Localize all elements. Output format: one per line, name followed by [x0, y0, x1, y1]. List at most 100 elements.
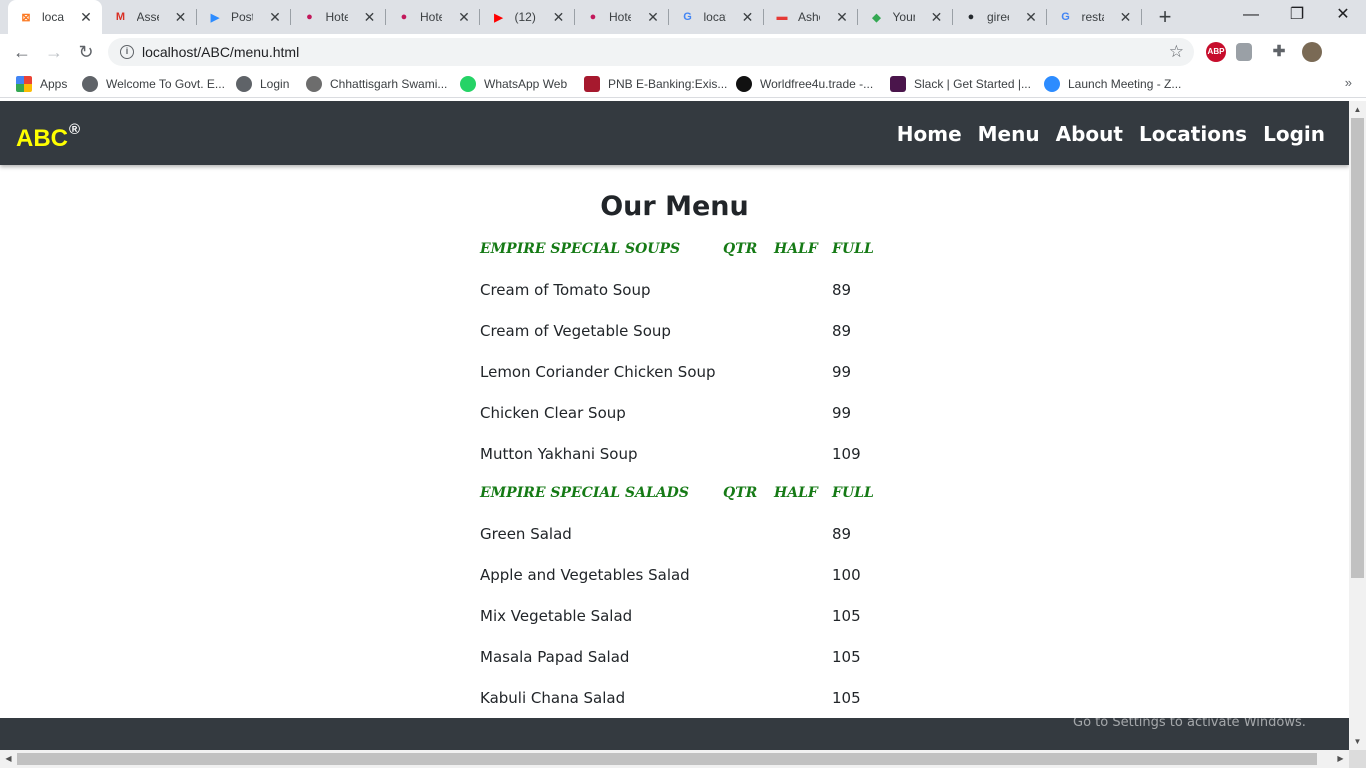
scroll-right-icon[interactable]: ▶ — [1332, 750, 1349, 768]
browser-tab[interactable]: ● Hotel ✕ — [292, 0, 386, 34]
page-viewport: ABC® Home Menu About Locations Login Our Men… — [0, 101, 1349, 750]
maps-icon: ◆ — [872, 11, 881, 24]
puzzle-icon[interactable]: ✚ — [1269, 42, 1289, 62]
new-tab-button[interactable]: + — [1154, 6, 1176, 28]
maximize-button[interactable]: ❐ — [1274, 0, 1320, 30]
bookmark-label: Launch Meeting - Z... — [1068, 77, 1182, 91]
bookmark-item[interactable]: WhatsApp Web — [460, 76, 567, 92]
nav-link-about[interactable]: About — [1056, 122, 1123, 146]
minimize-button[interactable]: — — [1228, 0, 1274, 30]
bookmark-item[interactable]: Welcome To Govt. E... — [82, 76, 225, 92]
close-tab-icon[interactable]: ✕ — [645, 9, 661, 25]
menu-item-row: Cream of Tomato Soup 89 — [480, 281, 900, 303]
close-tab-icon[interactable]: ✕ — [362, 9, 378, 25]
menu-item-price-full: 99 — [832, 404, 852, 422]
nav-link-home[interactable]: Home — [897, 122, 962, 146]
menu-item-name: Mix Vegetable Salad — [480, 607, 633, 625]
column-header-qtr: QTR — [723, 241, 758, 257]
adblock-icon[interactable]: ABP — [1206, 42, 1226, 62]
browser-tab[interactable]: Grestau ✕ — [1048, 0, 1142, 34]
close-tab-icon[interactable]: ✕ — [551, 9, 567, 25]
close-tab-icon[interactable]: ✕ — [1023, 9, 1039, 25]
bookmark-item[interactable]: Slack | Get Started |... — [890, 76, 1031, 92]
menu-item-name: Green Salad — [480, 525, 572, 543]
shield-icon[interactable] — [1236, 43, 1252, 61]
brand-text[interactable]: ABC — [16, 125, 68, 152]
scroll-up-icon[interactable]: ▲ — [1349, 101, 1366, 118]
column-header-half: HALF — [774, 485, 818, 501]
bookmark-item[interactable]: Worldfree4u.trade -... — [736, 76, 873, 92]
browser-tab[interactable]: M Asses ✕ — [103, 0, 197, 34]
browser-tab[interactable]: ⊠ localh ✕ — [8, 0, 102, 34]
browser-tab[interactable]: ▶ Post A ✕ — [197, 0, 291, 34]
menu-item-name: Kabuli Chana Salad — [480, 689, 626, 707]
bookmark-item[interactable]: Apps — [16, 76, 67, 92]
browser-tab[interactable]: ◆ Your l ✕ — [859, 0, 953, 34]
zoom-icon: ▶ — [210, 11, 220, 24]
bookmarks-bar: Apps Welcome To Govt. E... Login Chhattisga… — [0, 70, 1366, 98]
close-tab-icon[interactable]: ✕ — [1118, 9, 1134, 25]
browser-tab[interactable]: ▬ Ashol ✕ — [764, 0, 858, 34]
close-tab-icon[interactable]: ✕ — [173, 9, 189, 25]
address-url[interactable]: localhost/ABC/menu.html — [142, 44, 299, 60]
menu-item-row: Lemon Coriander Chicken Soup 99 — [480, 363, 900, 385]
site-navbar: ABC® Home Menu About Locations Login — [0, 101, 1349, 165]
bookmarks-overflow-button[interactable]: » — [1345, 75, 1352, 90]
tab-title: Hotel — [325, 10, 348, 24]
tab-separator — [1140, 9, 1142, 25]
close-tab-icon[interactable]: ✕ — [929, 9, 945, 25]
vertical-scrollbar[interactable]: ▲ ▼ — [1349, 101, 1366, 750]
bookmark-item[interactable]: Chhattisgarh Swami... — [306, 76, 447, 92]
forward-button[interactable]: → — [42, 40, 66, 64]
reload-button[interactable]: ↻ — [74, 40, 98, 64]
horizontal-scrollbar[interactable]: ◀ ▶ — [0, 750, 1349, 768]
address-bar[interactable]: i localhost/ABC/menu.html ☆ — [108, 38, 1194, 66]
vertical-scroll-thumb[interactable] — [1351, 118, 1364, 578]
tab-title: giree — [987, 10, 1009, 24]
section-title: EMPIRE SPECIAL SOUPS — [480, 241, 681, 257]
menu-item-name: Cream of Vegetable Soup — [480, 322, 671, 340]
column-header-qtr: QTR — [723, 485, 758, 501]
menu-item-row: Chicken Clear Soup 99 — [480, 404, 900, 426]
profile-avatar[interactable] — [1302, 42, 1322, 62]
youtube-icon: ▶ — [494, 11, 503, 24]
menu-item-row: Mix Vegetable Salad 105 — [480, 607, 900, 629]
hotel-icon: ● — [306, 11, 313, 23]
nav-link-locations[interactable]: Locations — [1139, 122, 1247, 146]
browser-tab[interactable]: ● giree ✕ — [953, 0, 1047, 34]
menu-item-name: Apple and Vegetables Salad — [480, 566, 690, 584]
tab-title: Hotel — [420, 10, 442, 24]
tab-title: Hotel — [609, 10, 631, 24]
emblem-icon — [306, 76, 322, 92]
bookmark-star-icon[interactable]: ☆ — [1169, 42, 1184, 62]
bookmark-item[interactable]: Launch Meeting - Z... — [1044, 76, 1181, 92]
horizontal-scroll-thumb[interactable] — [17, 753, 1317, 765]
nav-link-login[interactable]: Login — [1263, 122, 1325, 146]
close-tab-icon[interactable]: ✕ — [740, 9, 756, 25]
tab-title: (12) H — [514, 10, 537, 24]
browser-tab[interactable]: ▶ (12) H ✕ — [481, 0, 575, 34]
bookmark-item[interactable]: Login — [236, 76, 289, 92]
browser-tab[interactable]: Glocati ✕ — [670, 0, 764, 34]
bookmark-item[interactable]: PNB E-Banking:Exis... — [584, 76, 727, 92]
close-tab-icon[interactable]: ✕ — [834, 9, 850, 25]
back-button[interactable]: ← — [10, 40, 34, 64]
nav-link-menu[interactable]: Menu — [978, 122, 1040, 146]
menu-item-price-full: 99 — [832, 363, 852, 381]
site-brand[interactable]: ABC® — [16, 121, 80, 153]
menu-item-price-full: 109 — [832, 445, 861, 463]
bookmark-label: Login — [260, 77, 290, 91]
column-header-full: FULL — [832, 241, 874, 257]
browser-tab[interactable]: ● Hotel ✕ — [386, 0, 480, 34]
scroll-down-icon[interactable]: ▼ — [1349, 733, 1366, 750]
close-tab-icon[interactable]: ✕ — [456, 9, 472, 25]
activation-watermark-subtitle: Go to Settings to activate Windows. — [1073, 715, 1306, 730]
close-window-button[interactable]: ✕ — [1320, 0, 1366, 30]
scrollbar-corner — [1349, 750, 1366, 768]
browser-tab[interactable]: ● Hotel ✕ — [575, 0, 669, 34]
browser-toolbar: ← → ↻ i localhost/ABC/menu.html ☆ ABP ✚ — [0, 34, 1366, 70]
site-info-icon[interactable]: i — [120, 45, 134, 59]
close-tab-icon[interactable]: ✕ — [78, 9, 94, 25]
scroll-left-icon[interactable]: ◀ — [0, 750, 17, 768]
close-tab-icon[interactable]: ✕ — [267, 9, 283, 25]
